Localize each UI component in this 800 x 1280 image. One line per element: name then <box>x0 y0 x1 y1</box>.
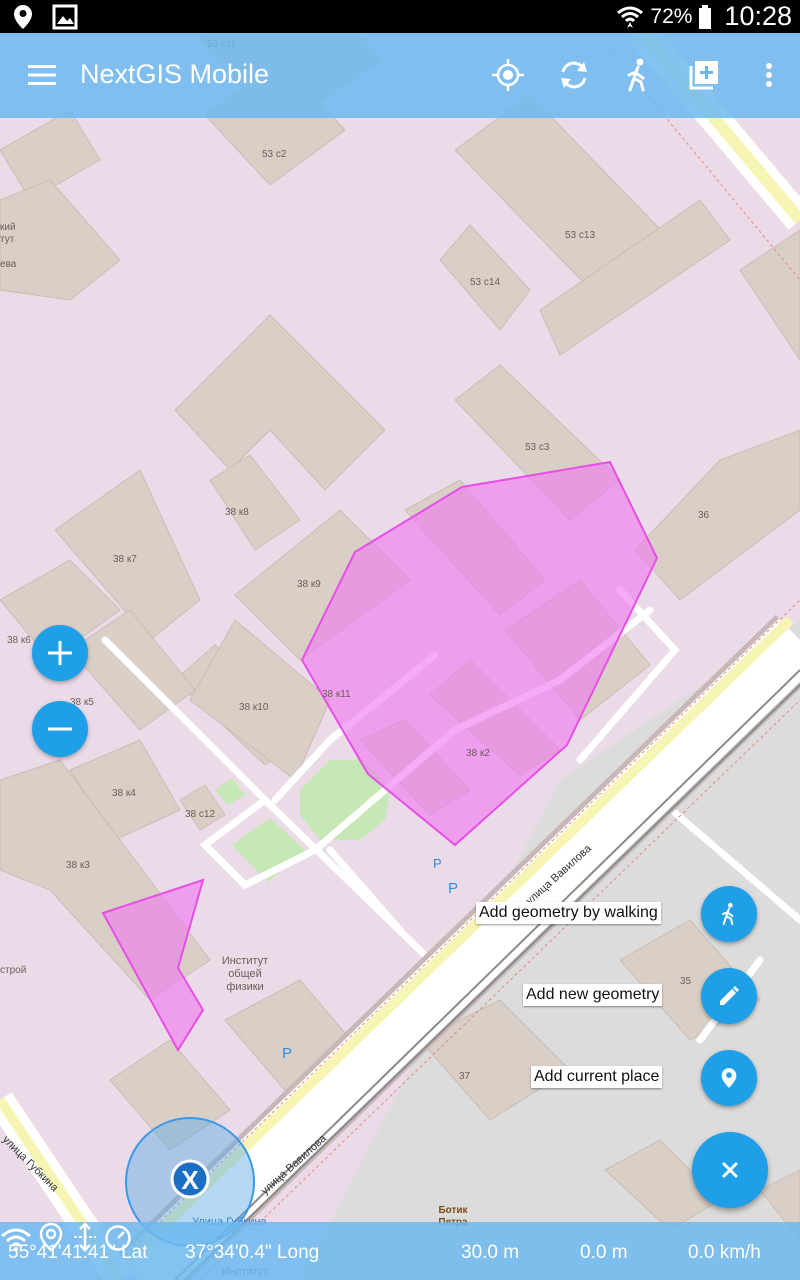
more-vert-icon <box>766 63 772 87</box>
add-by-walking-button[interactable] <box>701 886 757 942</box>
location-info-bar: 55°41'41.41" Lat 37°34'0.4" Long 30.0 m … <box>0 1222 800 1280</box>
place-pin-icon <box>721 1068 737 1088</box>
building-number-label: 38 к2 <box>466 748 490 759</box>
accuracy-text: 30.0 m <box>461 1242 520 1263</box>
building-number-label: 38 к10 <box>239 702 269 713</box>
poi-label: общей <box>228 968 262 980</box>
zoom-out-button[interactable] <box>32 701 88 757</box>
altitude-text: 0.0 m <box>580 1242 628 1263</box>
parking-icon: P <box>433 856 442 871</box>
walk-button[interactable] <box>619 56 657 94</box>
shop-label: Ботик <box>438 1205 468 1216</box>
longitude-text: 37°34'0.4" Long <box>185 1242 320 1263</box>
menu-icon[interactable] <box>28 63 56 87</box>
minus-icon <box>48 727 72 731</box>
map-canvas[interactable]: X 53 c1153 c253 c1353 c1453 c33638 к838 … <box>0 0 800 1280</box>
app-toolbar: NextGIS Mobile <box>0 33 800 118</box>
building-number-label: 53 c14 <box>470 277 500 288</box>
close-fab-menu-button[interactable] <box>692 1132 768 1208</box>
building-number-label: 38 к6 <box>7 635 31 646</box>
plus-icon <box>48 641 72 665</box>
edge-label: кий <box>0 222 16 233</box>
add-current-place-button[interactable] <box>701 1050 757 1106</box>
latitude-text: 55°41'41.41" Lat <box>8 1242 148 1263</box>
walk-icon <box>722 903 734 925</box>
add-new-geometry-label[interactable]: Add new geometry <box>523 984 663 1006</box>
pencil-icon <box>720 986 739 1005</box>
edge-label: строй <box>0 965 26 976</box>
close-icon <box>721 1161 739 1179</box>
building-number-label: 38 к9 <box>297 579 321 590</box>
status-bar: 72% 10:28 <box>0 0 800 33</box>
edge-label: ева <box>0 259 17 270</box>
battery-icon <box>699 4 712 29</box>
speed-text: 0.0 km/h <box>688 1242 761 1263</box>
sync-icon <box>561 61 587 89</box>
svg-text:X: X <box>181 1165 199 1195</box>
building-number-label: 38 к4 <box>112 788 136 799</box>
add-by-walking-label[interactable]: Add geometry by walking <box>476 902 661 924</box>
add-layer-icon <box>689 61 718 90</box>
parking-icon: P <box>282 1045 292 1062</box>
building-number-label: 53 c13 <box>565 230 595 241</box>
building-number-label: 38 к7 <box>113 554 137 565</box>
building-number-label: 53 c2 <box>262 149 287 160</box>
zoom-in-button[interactable] <box>32 625 88 681</box>
building-number-label: 53 c3 <box>525 442 550 453</box>
location-pin-icon <box>14 4 32 29</box>
image-icon <box>52 4 78 29</box>
poi-label: Институт <box>222 955 268 967</box>
add-layer-button[interactable] <box>685 56 723 94</box>
app-title: NextGIS Mobile <box>80 59 270 89</box>
wifi-data-icon <box>617 6 644 28</box>
sync-button[interactable] <box>555 56 593 94</box>
building-number-label: 38 к3 <box>66 860 90 871</box>
building-number-label: 36 <box>698 510 710 521</box>
parking-icon: P <box>448 880 458 897</box>
locate-button[interactable] <box>489 56 527 94</box>
building-number-label: 37 <box>459 1071 471 1082</box>
locate-icon <box>492 59 524 91</box>
building-number-label: 38 c12 <box>185 809 215 820</box>
poi-label: физики <box>226 981 263 993</box>
edge-label: тут <box>0 234 15 245</box>
add-current-place-label[interactable]: Add current place <box>531 1066 663 1088</box>
building-number-label: 38 к11 <box>322 689 351 700</box>
building-number-label: 38 к8 <box>225 507 249 518</box>
clock: 10:28 <box>724 1 792 31</box>
building-number-label: 35 <box>680 976 692 987</box>
battery-percent: 72% <box>650 4 693 28</box>
more-button[interactable] <box>750 56 788 94</box>
add-new-geometry-button[interactable] <box>701 968 757 1024</box>
walk-icon <box>627 58 645 92</box>
